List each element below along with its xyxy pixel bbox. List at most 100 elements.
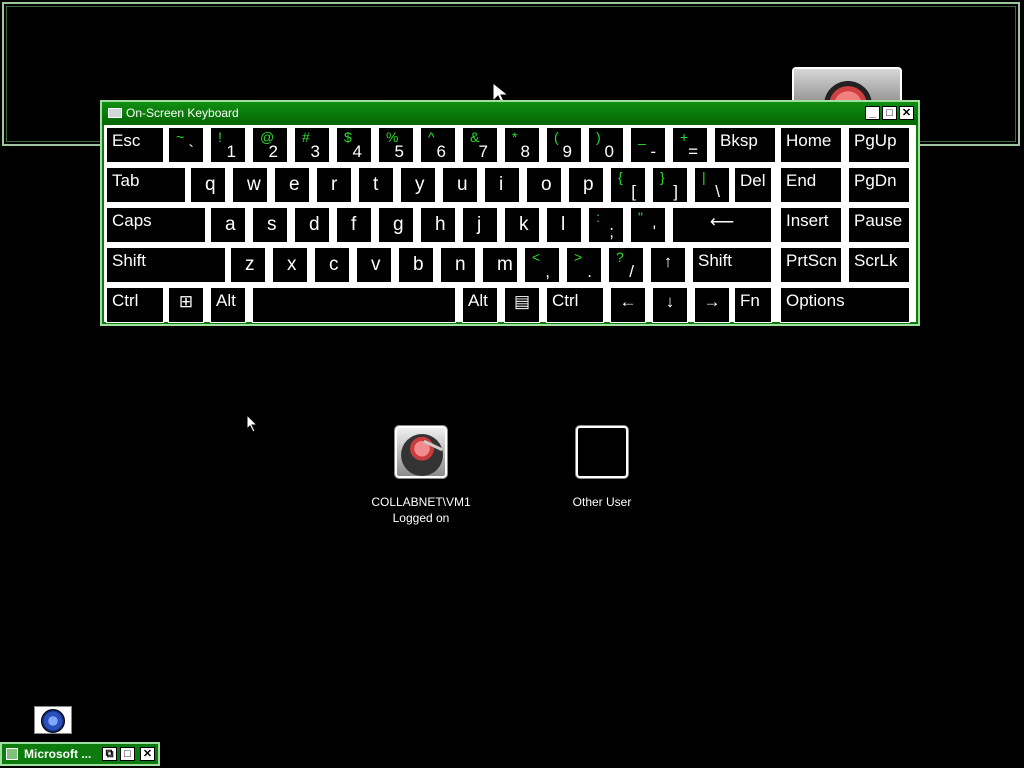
- key-semicolon[interactable]: :;: [588, 207, 624, 243]
- user-tile-vm1[interactable]: COLLABNET\VM1 Logged on: [366, 426, 476, 526]
- key-right[interactable]: →: [694, 287, 730, 323]
- key-label: Alt: [468, 291, 488, 310]
- key-slash[interactable]: ? /: [608, 247, 644, 283]
- key-pgdn[interactable]: PgDn: [848, 167, 910, 203]
- key-tab[interactable]: Tab: [106, 167, 186, 203]
- restore-button[interactable]: ⧉: [102, 747, 117, 761]
- key-9[interactable]: (9: [546, 127, 582, 163]
- key-lbracket[interactable]: {[: [610, 167, 646, 203]
- key-label: \: [715, 182, 720, 201]
- key-f[interactable]: f: [336, 207, 372, 243]
- key-rctrl[interactable]: Ctrl: [546, 287, 604, 323]
- key-u[interactable]: u: [442, 167, 478, 203]
- key-space[interactable]: [252, 287, 456, 323]
- key-z[interactable]: z: [230, 247, 266, 283]
- key-bksp[interactable]: Bksp: [714, 127, 776, 163]
- key-menu[interactable]: ▤: [504, 287, 540, 323]
- key-esc[interactable]: Esc: [106, 127, 164, 163]
- key-home[interactable]: Home: [780, 127, 842, 163]
- maximize-button[interactable]: □: [882, 106, 897, 120]
- key-0[interactable]: ) 0: [588, 127, 624, 163]
- key-options[interactable]: Options: [780, 287, 910, 323]
- key-v[interactable]: v: [356, 247, 392, 283]
- key-symbol: }: [660, 169, 665, 185]
- key-ralt[interactable]: Alt: [462, 287, 498, 323]
- key-end[interactable]: End: [780, 167, 842, 203]
- key-label: 0: [604, 142, 614, 161]
- key-label: Ctrl: [112, 291, 139, 310]
- taskbar-item-microsoft[interactable]: Microsoft ... ⧉ □ ✕: [0, 742, 160, 766]
- key-8[interactable]: * 8: [504, 127, 540, 163]
- key-lalt[interactable]: Alt: [210, 287, 246, 323]
- key-label: 6: [436, 142, 446, 161]
- minimize-button[interactable]: _: [865, 106, 880, 120]
- ease-of-access-button[interactable]: [34, 706, 72, 734]
- key-del[interactable]: Del: [734, 167, 772, 203]
- key-caps[interactable]: Caps: [106, 207, 206, 243]
- key-rshift[interactable]: Shift: [692, 247, 772, 283]
- key-label: ←: [619, 292, 637, 311]
- key-7[interactable]: & 7: [462, 127, 498, 163]
- key-win[interactable]: ⊞: [168, 287, 204, 323]
- osk-titlebar[interactable]: On-Screen Keyboard _ □ ✕: [102, 102, 918, 125]
- key-up[interactable]: ↑: [650, 247, 686, 283]
- key-3[interactable]: #3: [294, 127, 330, 163]
- key-backslash[interactable]: | \: [694, 167, 730, 203]
- key-comma[interactable]: <,: [524, 247, 560, 283]
- key-l[interactable]: l: [546, 207, 582, 243]
- key-j[interactable]: j: [462, 207, 498, 243]
- key-prtscn[interactable]: PrtScn: [780, 247, 842, 283]
- key-x[interactable]: x: [272, 247, 308, 283]
- key-minus[interactable]: _ -: [630, 127, 666, 163]
- key-backtick[interactable]: ~ `: [168, 127, 204, 163]
- key-equals[interactable]: + =: [672, 127, 708, 163]
- key-fn[interactable]: Fn: [734, 287, 772, 323]
- key-down[interactable]: ↓: [652, 287, 688, 323]
- key-enter[interactable]: ⟵: [672, 207, 772, 243]
- key-a[interactable]: a: [210, 207, 246, 243]
- key-e[interactable]: e: [274, 167, 310, 203]
- key-lshift[interactable]: Shift: [106, 247, 226, 283]
- key-r[interactable]: r: [316, 167, 352, 203]
- key-m[interactable]: m: [482, 247, 518, 283]
- key-insert[interactable]: Insert: [780, 207, 842, 243]
- user-tile-other[interactable]: Other User: [547, 426, 657, 510]
- key-symbol: +: [680, 129, 689, 145]
- key-label: l: [561, 214, 566, 235]
- key-s[interactable]: s: [252, 207, 288, 243]
- key-q[interactable]: q: [190, 167, 226, 203]
- key-h[interactable]: h: [420, 207, 456, 243]
- key-scrlk[interactable]: ScrLk: [848, 247, 910, 283]
- key-i[interactable]: i: [484, 167, 520, 203]
- key-1[interactable]: ! 1: [210, 127, 246, 163]
- close-button[interactable]: ✕: [899, 106, 914, 120]
- key-o[interactable]: o: [526, 167, 562, 203]
- close-button[interactable]: ✕: [140, 747, 155, 761]
- key-label: q: [205, 174, 216, 195]
- key-6[interactable]: ^ 6: [420, 127, 456, 163]
- key-lctrl[interactable]: Ctrl: [106, 287, 164, 323]
- key-b[interactable]: b: [398, 247, 434, 283]
- key-pause[interactable]: Pause: [848, 207, 910, 243]
- key-p[interactable]: p: [568, 167, 604, 203]
- key-k[interactable]: k: [504, 207, 540, 243]
- key-g[interactable]: g: [378, 207, 414, 243]
- key-y[interactable]: y: [400, 167, 436, 203]
- key-label: c: [329, 254, 339, 275]
- maximize-button[interactable]: □: [120, 747, 135, 761]
- key-2[interactable]: @2: [252, 127, 288, 163]
- key-d[interactable]: d: [294, 207, 330, 243]
- key-label: PgDn: [854, 171, 897, 190]
- key-t[interactable]: t: [358, 167, 394, 203]
- key-c[interactable]: c: [314, 247, 350, 283]
- key-period[interactable]: >.: [566, 247, 602, 283]
- key-4[interactable]: $4: [336, 127, 372, 163]
- key-rbracket[interactable]: }]: [652, 167, 688, 203]
- key-5[interactable]: % 5: [378, 127, 414, 163]
- key-w[interactable]: w: [232, 167, 268, 203]
- key-pgup[interactable]: PgUp: [848, 127, 910, 163]
- key-n[interactable]: n: [440, 247, 476, 283]
- key-quote[interactable]: " ': [630, 207, 666, 243]
- key-label: ⟵: [709, 212, 735, 231]
- key-left[interactable]: ←: [610, 287, 646, 323]
